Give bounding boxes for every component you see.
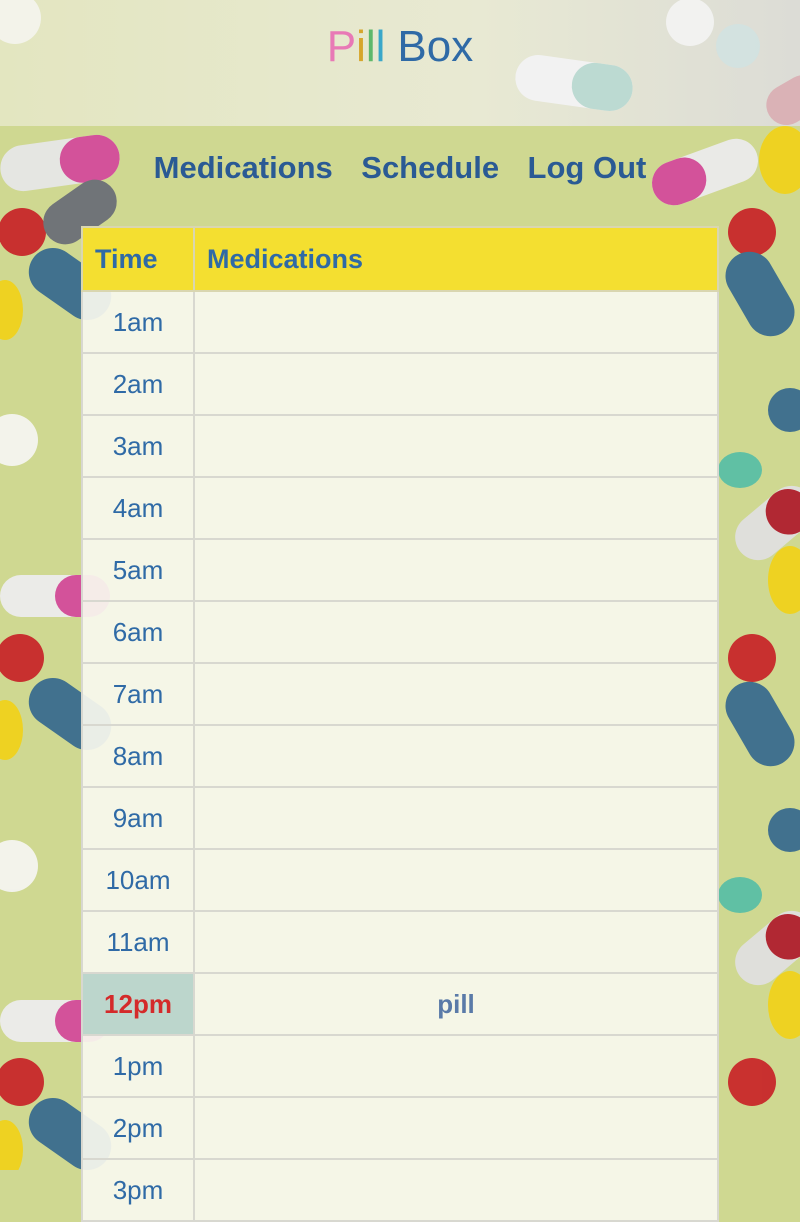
medications-cell xyxy=(193,414,719,478)
time-cell: 10am xyxy=(81,848,195,912)
time-cell: 1pm xyxy=(81,1034,195,1098)
table-row: 3pm xyxy=(81,1158,719,1222)
medications-cell xyxy=(193,662,719,726)
table-row: 5am xyxy=(81,538,719,602)
time-cell: 2pm xyxy=(81,1096,195,1160)
table-row: 12pm pill xyxy=(81,972,719,1036)
medications-cell xyxy=(193,352,719,416)
time-cell: 3am xyxy=(81,414,195,478)
medications-cell xyxy=(193,1096,719,1160)
nav-schedule-link[interactable]: Schedule xyxy=(361,150,499,186)
medications-cell xyxy=(193,1034,719,1098)
time-cell: 6am xyxy=(81,600,195,664)
medications-column-header: Medications xyxy=(193,226,719,292)
table-row: 8am xyxy=(81,724,719,788)
table-row: 7am xyxy=(81,662,719,726)
title-letter: P xyxy=(326,22,357,71)
title-letter: l xyxy=(375,22,386,71)
medications-cell xyxy=(193,848,719,912)
medications-cell xyxy=(193,786,719,850)
time-cell: 9am xyxy=(81,786,195,850)
table-row: 4am xyxy=(81,476,719,540)
table-row: 6am xyxy=(81,600,719,664)
current-hour-cell: 12pm xyxy=(81,972,195,1036)
table-row: 2am xyxy=(81,352,719,416)
medications-cell xyxy=(193,724,719,788)
time-cell: 5am xyxy=(81,538,195,602)
time-cell: 8am xyxy=(81,724,195,788)
medications-cell: pill xyxy=(193,972,719,1036)
medications-cell xyxy=(193,910,719,974)
nav-medications-link[interactable]: Medications xyxy=(154,150,333,186)
time-cell: 2am xyxy=(81,352,195,416)
table-row: 1pm xyxy=(81,1034,719,1098)
schedule-table-container: Time Medications 1am 2am 3am 4am 5am 6am 7am 8a… xyxy=(81,226,719,1222)
table-header-row: Time Medications xyxy=(81,226,719,292)
table-row: 11am xyxy=(81,910,719,974)
time-cell: 11am xyxy=(81,910,195,974)
medications-cell xyxy=(193,538,719,602)
table-row: 2pm xyxy=(81,1096,719,1160)
time-cell: 4am xyxy=(81,476,195,540)
time-cell: 7am xyxy=(81,662,195,726)
table-row: 3am xyxy=(81,414,719,478)
nav-logout-link[interactable]: Log Out xyxy=(528,150,647,186)
schedule-table: Time Medications 1am 2am 3am 4am 5am 6am 7am 8a… xyxy=(81,226,719,1222)
title-letter: l xyxy=(365,22,376,71)
title-letter: o xyxy=(426,22,452,71)
medications-cell xyxy=(193,600,719,664)
table-row: 9am xyxy=(81,786,719,850)
table-row: 1am xyxy=(81,290,719,354)
medications-cell xyxy=(193,1158,719,1222)
time-column-header: Time xyxy=(81,226,195,292)
time-cell: 1am xyxy=(81,290,195,354)
main-nav: Medications Schedule Log Out xyxy=(0,150,800,186)
time-cell: 3pm xyxy=(81,1158,195,1222)
title-letter: B xyxy=(397,22,427,71)
medications-cell xyxy=(193,290,719,354)
app-title: Pill Box xyxy=(0,22,800,72)
table-row: 10am xyxy=(81,848,719,912)
title-letter: x xyxy=(451,22,474,71)
title-letter: i xyxy=(356,22,366,71)
medications-cell xyxy=(193,476,719,540)
